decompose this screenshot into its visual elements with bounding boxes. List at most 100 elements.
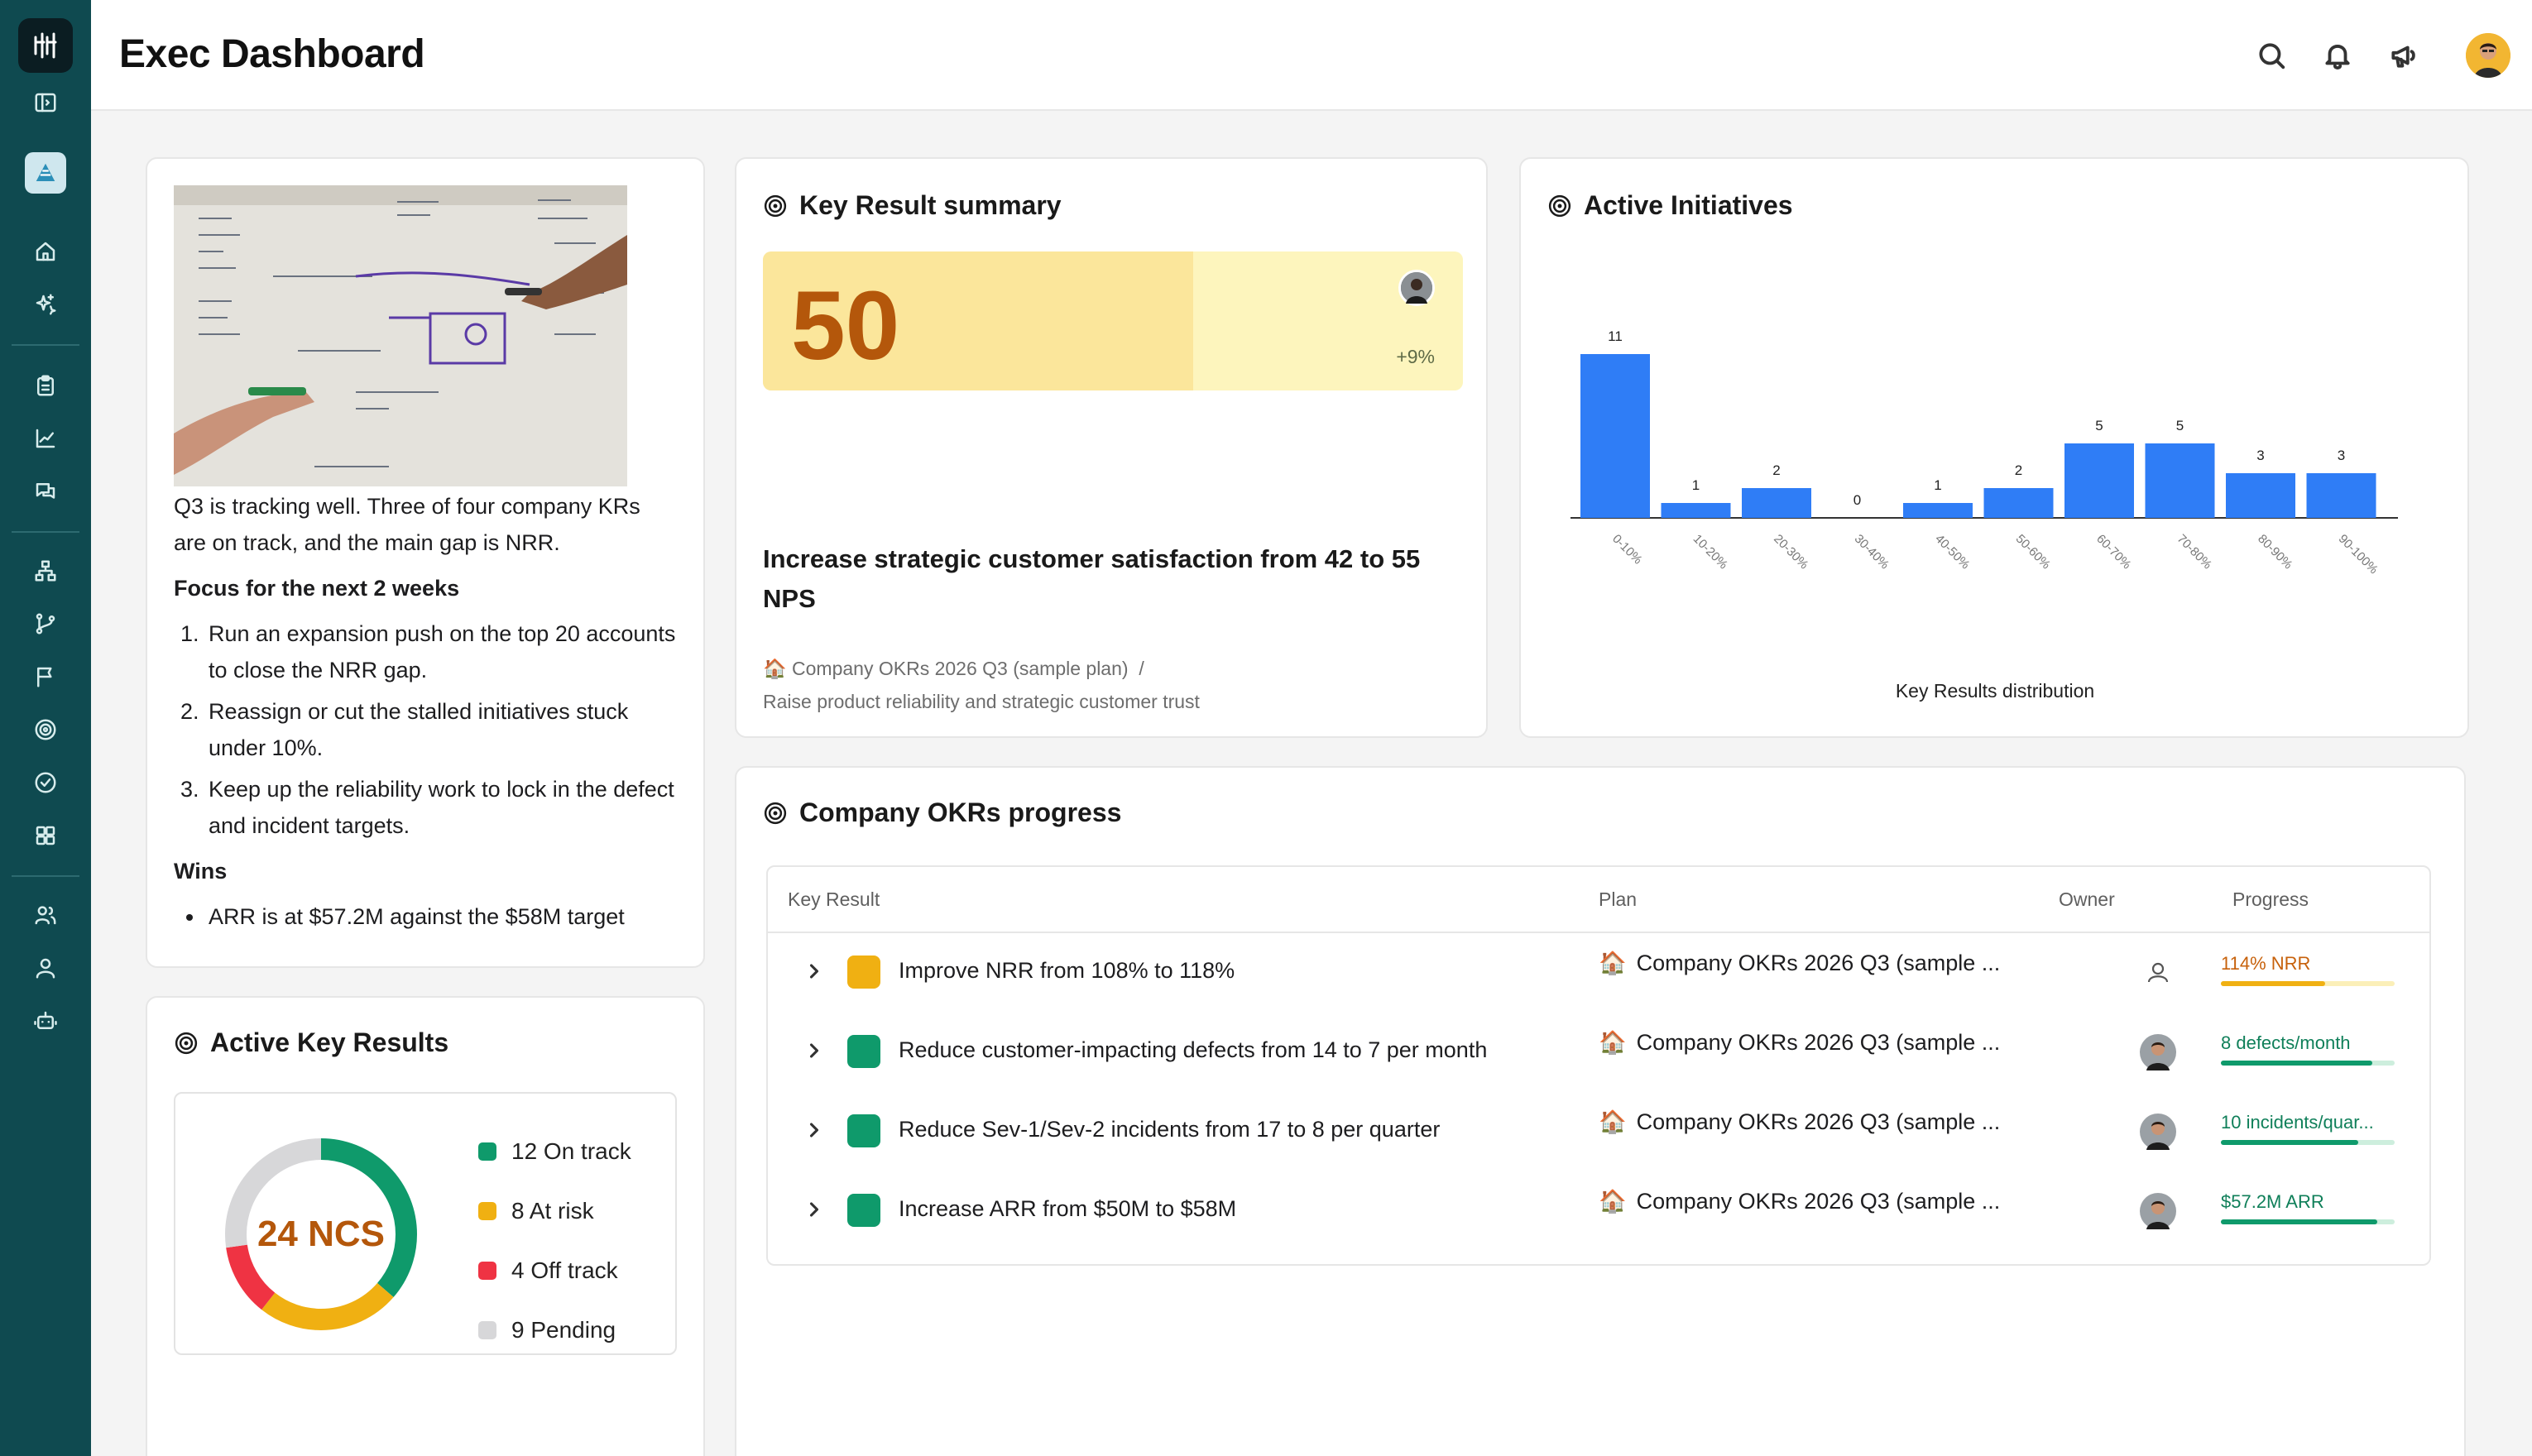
chart-bar[interactable] bbox=[1742, 488, 1811, 518]
wins-heading: Wins bbox=[174, 859, 228, 884]
chevron-right-icon[interactable] bbox=[803, 960, 826, 983]
target-icon[interactable] bbox=[27, 711, 64, 748]
okr-progress-title: Company OKRs progress bbox=[763, 797, 1121, 828]
grid-icon[interactable] bbox=[27, 817, 64, 854]
kr-status-box: 24 NCS 12 On track 8 At risk 4 Off track… bbox=[174, 1092, 677, 1355]
sparkle-icon[interactable] bbox=[27, 286, 64, 323]
home-icon[interactable] bbox=[27, 233, 64, 270]
kr-summary-card[interactable]: Key Result summary 50 +9% Increase strat… bbox=[735, 157, 1488, 738]
owner-avatar[interactable] bbox=[2140, 955, 2176, 991]
wins-item: ARR is at $57.2M against the $58M target bbox=[205, 898, 679, 935]
owner-avatar[interactable] bbox=[2140, 1193, 2176, 1229]
chevron-right-icon[interactable] bbox=[803, 1198, 826, 1221]
chart-bar[interactable] bbox=[1661, 503, 1731, 518]
top-header: Exec Dashboard bbox=[91, 0, 2532, 111]
chart-bar[interactable] bbox=[2064, 443, 2134, 518]
active-initiatives-card: Active Initiatives 11 0-10% 1 10-20% 2 20-30%… bbox=[1519, 157, 2469, 738]
okr-app-icon[interactable] bbox=[25, 152, 66, 194]
col-header[interactable]: Owner bbox=[2059, 888, 2115, 911]
avatar[interactable] bbox=[2466, 33, 2510, 78]
bar-value-label: 2 bbox=[2015, 462, 2022, 478]
clipboard-icon[interactable] bbox=[27, 367, 64, 404]
bell-icon[interactable] bbox=[2319, 36, 2357, 74]
chevron-right-icon[interactable] bbox=[803, 1118, 826, 1142]
plan-cell[interactable]: 🏠 Company OKRs 2026 Q3 (sample ... bbox=[1599, 1029, 2037, 1056]
chat-icon[interactable] bbox=[27, 473, 64, 510]
chevron-right-icon[interactable] bbox=[803, 1039, 826, 1062]
x-tick-label: 80-90% bbox=[2255, 532, 2295, 572]
owner-avatar[interactable] bbox=[1398, 270, 1435, 306]
col-header[interactable]: Progress bbox=[2232, 888, 2309, 911]
chart-bar[interactable] bbox=[1903, 503, 1973, 518]
org-chart-icon[interactable] bbox=[27, 553, 64, 589]
owner-avatar[interactable] bbox=[2140, 1114, 2176, 1150]
chart-bar[interactable] bbox=[1983, 488, 2054, 518]
plan-icon: 🏠 bbox=[763, 658, 787, 679]
table-row[interactable]: Increase ARR from $50M to $58M 🏠 Company O… bbox=[768, 1173, 2429, 1252]
plan-icon: 🏠 bbox=[1599, 1109, 1627, 1134]
owner-avatar[interactable] bbox=[2140, 1034, 2176, 1070]
sidebar-divider bbox=[12, 531, 79, 533]
branch-icon[interactable] bbox=[27, 606, 64, 642]
chart-bar[interactable] bbox=[2306, 473, 2376, 518]
x-tick-label: 90-100% bbox=[2336, 532, 2381, 577]
table-row[interactable]: Reduce Sev-1/Sev-2 incidents from 17 to … bbox=[768, 1094, 2429, 1173]
progress-cell: $57.2M ARR bbox=[2221, 1191, 2395, 1224]
x-tick-label: 50-60% bbox=[2013, 532, 2054, 572]
plan-cell[interactable]: 🏠 Company OKRs 2026 Q3 (sample ... bbox=[1599, 950, 2037, 976]
chart-bar[interactable] bbox=[1580, 354, 1650, 518]
progress-cell: 8 defects/month bbox=[2221, 1032, 2395, 1066]
legend-item[interactable]: 8 At risk bbox=[478, 1181, 631, 1241]
table-row[interactable]: Improve NRR from 108% to 118% 🏠 Company OK… bbox=[768, 935, 2429, 1014]
plan-cell[interactable]: 🏠 Company OKRs 2026 Q3 (sample ... bbox=[1599, 1109, 2037, 1135]
active-krs-title: Active Key Results bbox=[174, 1027, 448, 1058]
kr-status-swatch bbox=[847, 1194, 880, 1227]
chart-bar[interactable] bbox=[2226, 473, 2295, 518]
kr-name[interactable]: Reduce Sev-1/Sev-2 incidents from 17 to … bbox=[899, 1117, 1440, 1142]
x-tick-label: 10-20% bbox=[1690, 532, 1731, 572]
bar-value-label: 1 bbox=[1934, 477, 1941, 493]
legend-item[interactable]: 4 Off track bbox=[478, 1241, 631, 1300]
okr-progress-card: Company OKRs progress Key Result Plan Ow… bbox=[735, 766, 2466, 1456]
x-tick-label: 0-10% bbox=[1609, 532, 1645, 568]
megaphone-icon[interactable] bbox=[2385, 36, 2423, 74]
bar-value-label: 1 bbox=[1692, 477, 1700, 493]
kr-name[interactable]: Improve NRR from 108% to 118% bbox=[899, 958, 1235, 984]
legend-swatch bbox=[478, 1321, 496, 1339]
search-icon[interactable] bbox=[2252, 36, 2290, 74]
col-header[interactable]: Plan bbox=[1599, 888, 1637, 911]
kr-name[interactable]: Reduce customer-impacting defects from 1… bbox=[899, 1037, 1487, 1063]
sidebar-toggle-icon[interactable] bbox=[27, 84, 64, 121]
sidebar-divider bbox=[12, 875, 79, 877]
objective-link[interactable]: Raise product reliability and strategic … bbox=[763, 685, 1200, 718]
col-header[interactable]: Key Result bbox=[788, 888, 880, 911]
bar-value-label: 3 bbox=[2338, 448, 2345, 463]
progress-label: 8 defects/month bbox=[2221, 1032, 2351, 1053]
check-circle-icon[interactable] bbox=[27, 764, 64, 801]
plan-name: Company OKRs 2026 Q3 (sample ... bbox=[1636, 1188, 2001, 1214]
chart-bar[interactable] bbox=[2145, 443, 2215, 518]
progress-label: $57.2M ARR bbox=[2221, 1191, 2324, 1212]
chart-icon[interactable] bbox=[27, 420, 64, 457]
app-logo[interactable] bbox=[18, 18, 73, 73]
user-group-icon[interactable] bbox=[27, 950, 64, 986]
sidebar-divider bbox=[12, 344, 79, 346]
kr-status-swatch bbox=[847, 1035, 880, 1068]
kr-status-swatch bbox=[847, 1114, 880, 1147]
flag-icon[interactable] bbox=[27, 659, 64, 695]
x-tick-label: 20-30% bbox=[1771, 532, 1811, 572]
legend-item[interactable]: 9 Pending bbox=[478, 1300, 631, 1360]
bar-value-label: 3 bbox=[2256, 448, 2264, 463]
table-row[interactable]: Reduce customer-impacting defects from 1… bbox=[768, 1014, 2429, 1094]
legend-item[interactable]: 12 On track bbox=[478, 1122, 631, 1181]
focus-item: Keep up the reliability work to lock in … bbox=[205, 771, 679, 844]
plan-cell[interactable]: 🏠 Company OKRs 2026 Q3 (sample ... bbox=[1599, 1188, 2037, 1214]
people-icon[interactable] bbox=[27, 897, 64, 933]
robot-icon[interactable] bbox=[27, 1003, 64, 1039]
kr-name[interactable]: Increase ARR from $50M to $58M bbox=[899, 1196, 1236, 1222]
progress-bar bbox=[2221, 1140, 2358, 1145]
kr-title[interactable]: Increase strategic customer satisfaction… bbox=[763, 539, 1466, 619]
bar-value-label: 11 bbox=[1608, 328, 1623, 344]
plan-link[interactable]: Company OKRs 2026 Q3 (sample plan) bbox=[792, 658, 1129, 679]
notes-intro: Q3 is tracking well. Three of four compa… bbox=[174, 494, 640, 555]
